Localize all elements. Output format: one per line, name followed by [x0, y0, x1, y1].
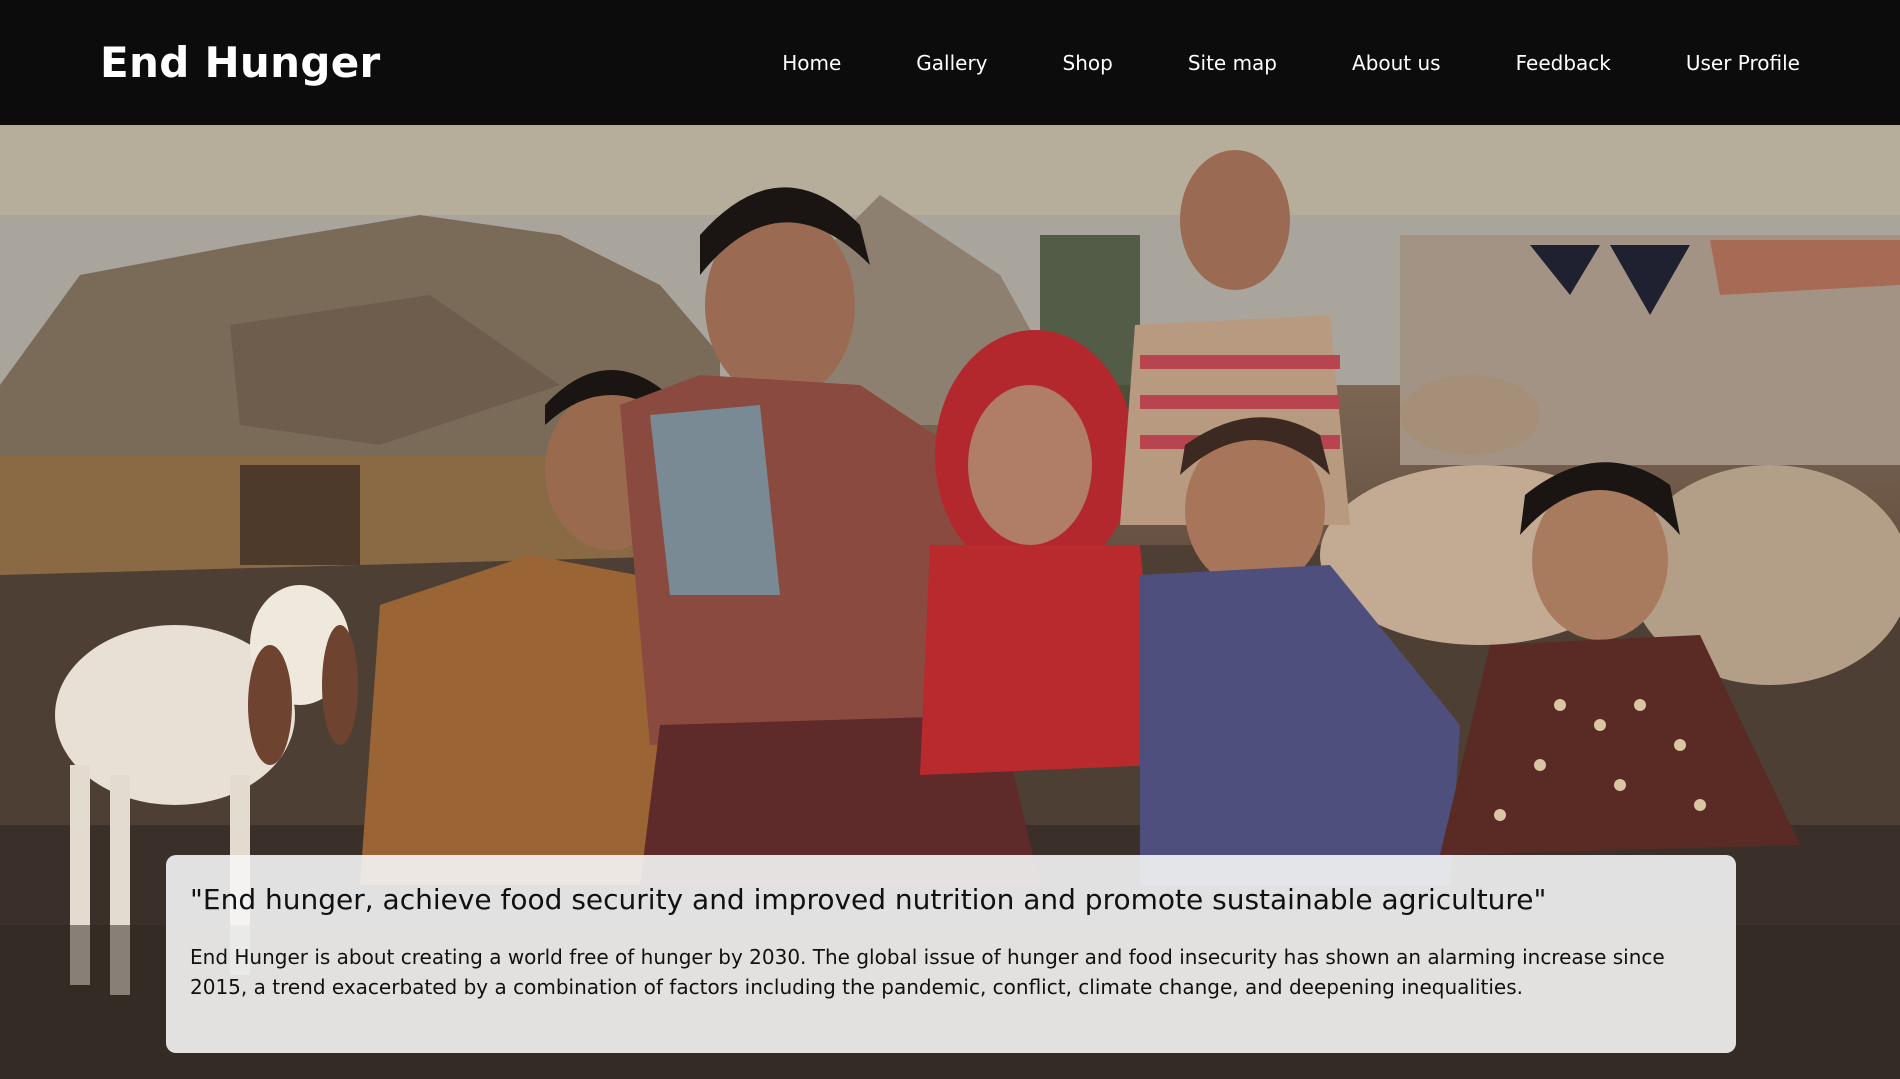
- nav-feedback-link[interactable]: Feedback: [1516, 51, 1611, 75]
- hero-section: "End hunger, achieve food security and i…: [0, 125, 1900, 1079]
- nav-shop-link[interactable]: Shop: [1063, 51, 1113, 75]
- main-nav: Home Gallery Shop Site map About us Feed…: [782, 51, 1800, 75]
- nav-profile-link[interactable]: User Profile: [1686, 51, 1800, 75]
- top-navbar: End Hunger Home Gallery Shop Site map Ab…: [0, 0, 1900, 125]
- nav-gallery-link[interactable]: Gallery: [916, 51, 987, 75]
- site-logo[interactable]: End Hunger: [100, 38, 381, 87]
- nav-about-link[interactable]: About us: [1352, 51, 1441, 75]
- nav-home-link[interactable]: Home: [782, 51, 841, 75]
- mission-quote: "End hunger, achieve food security and i…: [190, 883, 1547, 916]
- mission-description: End Hunger is about creating a world fre…: [190, 945, 1665, 999]
- nav-sitemap-link[interactable]: Site map: [1188, 51, 1277, 75]
- mission-caption-card: "End hunger, achieve food security and i…: [166, 855, 1736, 1053]
